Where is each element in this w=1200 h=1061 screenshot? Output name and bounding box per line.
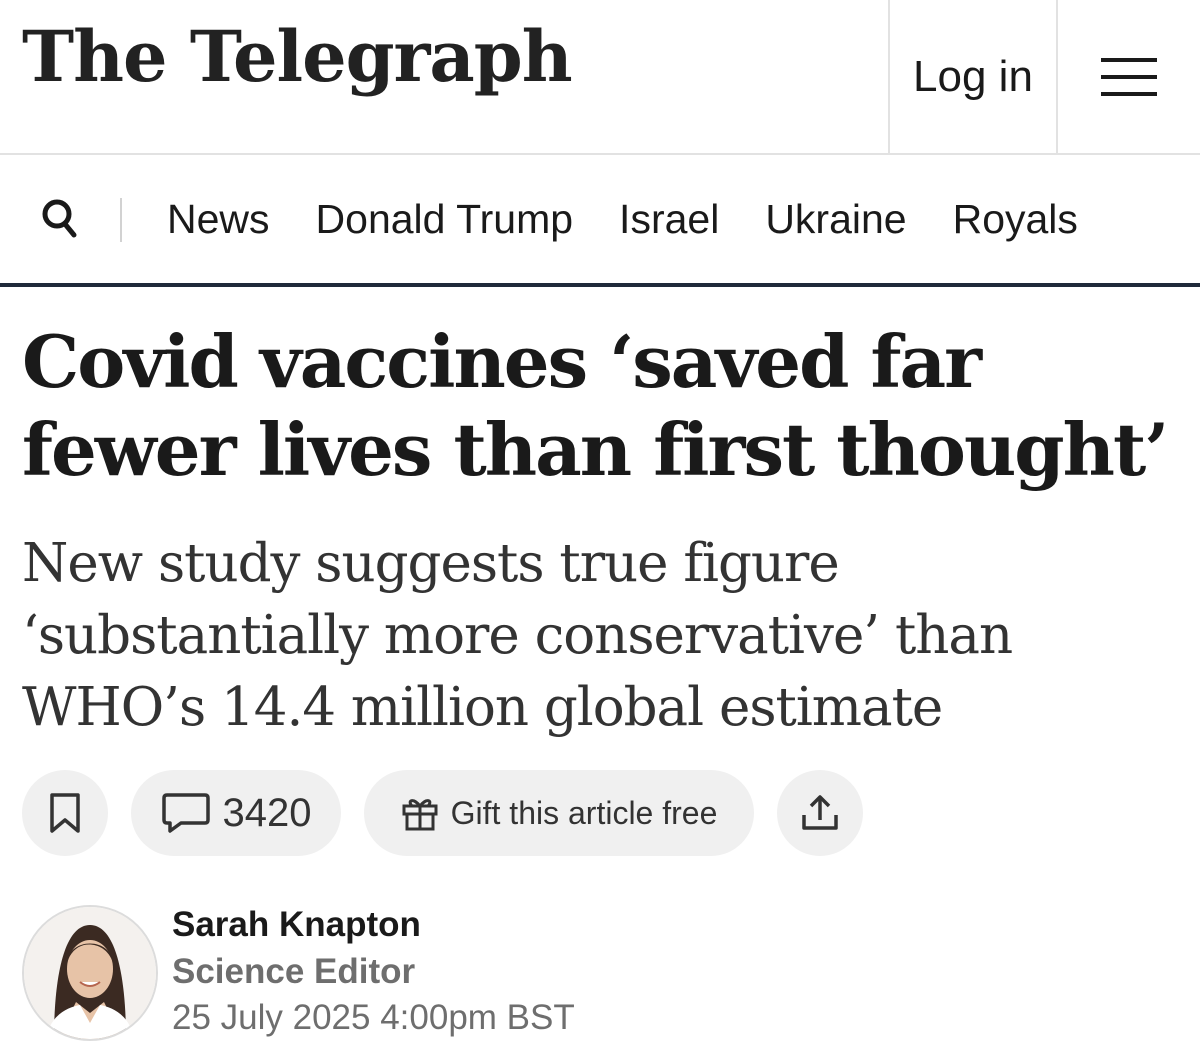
section-nav: News Donald Trump Israel Ukraine Royals	[0, 155, 1200, 287]
comment-icon	[161, 793, 210, 833]
site-header: The Telegraph Log in	[0, 0, 1200, 155]
gift-label: Gift this article free	[450, 794, 718, 831]
masthead-logo[interactable]: The Telegraph	[22, 22, 573, 92]
gift-icon	[402, 799, 438, 831]
share-button[interactable]	[777, 770, 863, 856]
author-avatar[interactable]	[22, 905, 158, 1041]
nav-item-ukraine[interactable]: Ukraine	[765, 196, 906, 243]
bookmark-icon	[50, 793, 80, 833]
article-standfirst: New study suggests true figure ‘substant…	[22, 528, 1182, 744]
author-name[interactable]: Sarah Knapton	[172, 905, 421, 945]
standfirst-line: WHO’s 14.4 million global estimate	[22, 677, 943, 738]
nav-separator	[120, 198, 122, 242]
headline-line: Covid vaccines ‘saved far	[22, 319, 982, 404]
publish-date: 25 July 2025 4:00pm BST	[172, 998, 575, 1037]
hamburger-menu-icon	[1101, 57, 1157, 96]
save-button[interactable]	[22, 770, 108, 856]
author-role: Science Editor	[172, 952, 416, 991]
author-photo	[24, 907, 156, 1039]
comments-button[interactable]: 3420	[131, 770, 341, 856]
standfirst-line: New study suggests true figure	[22, 533, 840, 594]
nav-scroll-fade	[1110, 155, 1200, 283]
standfirst-line: ‘substantially more conservative’ than	[22, 605, 1013, 666]
headline-line: fewer lives than first thought’	[22, 407, 1169, 492]
nav-item-donald-trump[interactable]: Donald Trump	[316, 196, 574, 243]
nav-item-israel[interactable]: Israel	[619, 196, 719, 243]
nav-item-royals[interactable]: Royals	[953, 196, 1078, 243]
article-headline: Covid vaccines ‘saved far fewer lives th…	[22, 318, 1182, 494]
comment-count: 3420	[222, 790, 312, 835]
login-button[interactable]: Log in	[890, 0, 1056, 153]
gift-article-button[interactable]: Gift this article free	[364, 770, 754, 856]
share-icon	[802, 795, 838, 830]
nav-item-news[interactable]: News	[167, 196, 270, 243]
menu-button[interactable]	[1058, 0, 1200, 153]
search-button[interactable]	[40, 195, 80, 243]
search-icon	[42, 199, 77, 238]
nav-items: News Donald Trump Israel Ukraine Royals	[167, 155, 1078, 283]
